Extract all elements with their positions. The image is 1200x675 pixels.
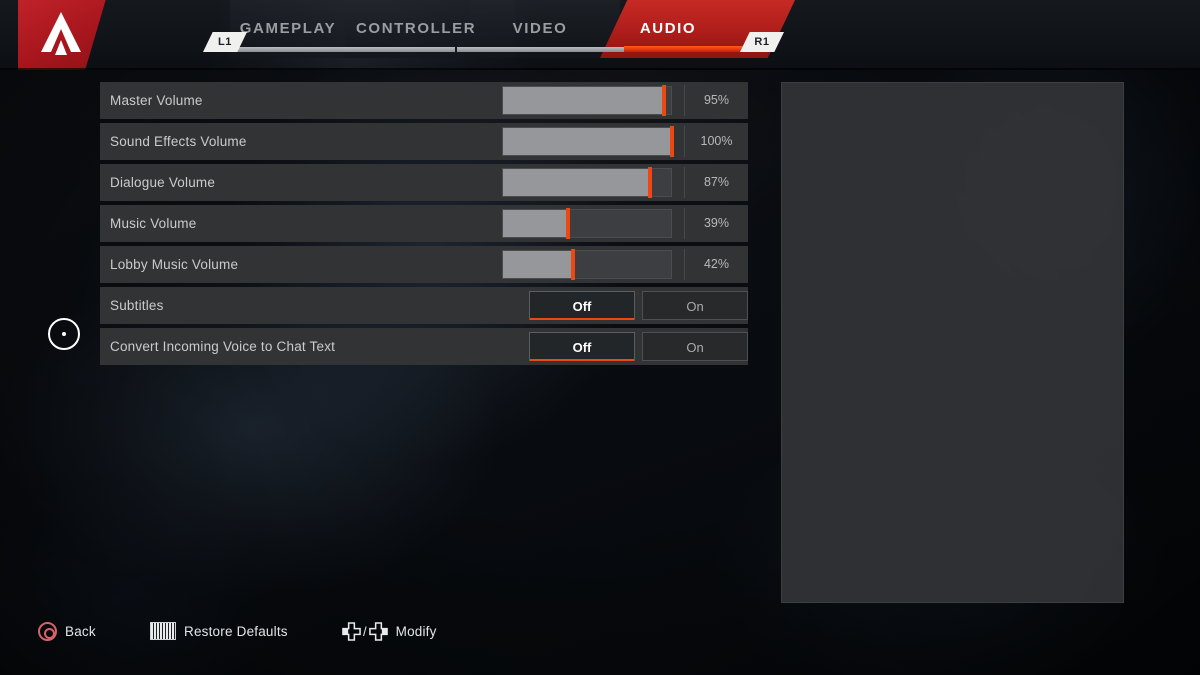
- settings-row-label: Music Volume: [110, 216, 197, 231]
- settings-screen: GAMEPLAY CONTROLLER VIDEO AUDIO L1 R1 Ma…: [0, 0, 1200, 675]
- volume-slider[interactable]: [502, 249, 672, 280]
- volume-slider[interactable]: [502, 126, 674, 157]
- back-action-label: Back: [65, 623, 96, 639]
- tab-controller[interactable]: CONTROLLER: [356, 16, 476, 42]
- topbar-divider: [0, 68, 1200, 70]
- settings-list: Master Volume 95% Sound Effects Volume 100%…: [100, 82, 748, 369]
- settings-row[interactable]: Music Volume 39%: [100, 205, 748, 242]
- modify-action[interactable]: / Modify: [342, 614, 437, 648]
- slider-fill: [503, 169, 650, 196]
- settings-row[interactable]: Convert Incoming Voice to Chat Text Off On: [100, 328, 748, 365]
- slider-handle[interactable]: [670, 126, 674, 157]
- slider-track: [502, 86, 672, 115]
- tab-underline-gameplay: [233, 47, 455, 52]
- settings-row-label: Sound Effects Volume: [110, 134, 247, 149]
- slider-value: 95%: [684, 85, 748, 116]
- slider-value: 39%: [684, 208, 748, 239]
- top-navigation-bar: GAMEPLAY CONTROLLER VIDEO AUDIO L1 R1: [0, 0, 1200, 70]
- slider-track: [502, 250, 672, 279]
- settings-row-label: Dialogue Volume: [110, 175, 216, 190]
- mouse-cursor-icon: [48, 318, 80, 350]
- tab-gameplay[interactable]: GAMEPLAY: [232, 16, 344, 42]
- toggle-option-on[interactable]: On: [642, 291, 748, 320]
- toggle-option-on[interactable]: On: [642, 332, 748, 361]
- volume-slider[interactable]: [502, 208, 672, 239]
- slider-fill: [503, 87, 663, 114]
- slider-handle[interactable]: [647, 167, 652, 198]
- toggle-option-off[interactable]: Off: [529, 332, 635, 361]
- settings-row[interactable]: Master Volume 95%: [100, 82, 748, 119]
- settings-row[interactable]: Lobby Music Volume 42%: [100, 246, 748, 283]
- slider-handle[interactable]: [661, 85, 666, 116]
- action-bar: Back Restore Defaults / Modify: [0, 614, 1200, 648]
- settings-row-label: Subtitles: [110, 298, 164, 313]
- settings-row-label: Master Volume: [110, 93, 203, 108]
- slider-value: 87%: [684, 167, 748, 198]
- slider-fill: [503, 210, 569, 237]
- preview-panel: [781, 82, 1124, 603]
- tab-underline-controller: [457, 47, 637, 52]
- settings-row-label: Convert Incoming Voice to Chat Text: [110, 339, 336, 354]
- settings-row[interactable]: Subtitles Off On: [100, 287, 748, 324]
- tab-video[interactable]: VIDEO: [494, 16, 586, 42]
- dpad-separator: /: [363, 623, 367, 639]
- touchpad-button-icon: [150, 622, 176, 640]
- slider-track: [502, 168, 672, 197]
- tab-bar: GAMEPLAY CONTROLLER VIDEO AUDIO: [0, 0, 1200, 58]
- slider-fill: [503, 128, 671, 155]
- settings-row-label: Lobby Music Volume: [110, 257, 239, 272]
- back-action[interactable]: Back: [38, 614, 96, 648]
- toggle-group: Off On: [529, 291, 748, 320]
- slider-handle[interactable]: [571, 249, 576, 280]
- toggle-group: Off On: [529, 332, 748, 361]
- dpad-left-right-icon: /: [342, 621, 388, 641]
- slider-value: 100%: [684, 126, 748, 157]
- slider-handle[interactable]: [566, 208, 571, 239]
- toggle-option-off[interactable]: Off: [529, 291, 635, 320]
- slider-fill: [503, 251, 574, 278]
- settings-row[interactable]: Sound Effects Volume 100%: [100, 123, 748, 160]
- slider-track: [502, 209, 672, 238]
- settings-row[interactable]: Dialogue Volume 87%: [100, 164, 748, 201]
- restore-defaults-action[interactable]: Restore Defaults: [150, 614, 288, 648]
- playstation-circle-button-icon: [38, 621, 57, 641]
- volume-slider[interactable]: [502, 85, 672, 116]
- slider-track: [502, 127, 672, 156]
- slider-value: 42%: [684, 249, 748, 280]
- restore-defaults-action-label: Restore Defaults: [184, 623, 288, 639]
- modify-action-label: Modify: [395, 623, 437, 639]
- tab-audio[interactable]: AUDIO: [620, 16, 716, 42]
- volume-slider[interactable]: [502, 167, 672, 198]
